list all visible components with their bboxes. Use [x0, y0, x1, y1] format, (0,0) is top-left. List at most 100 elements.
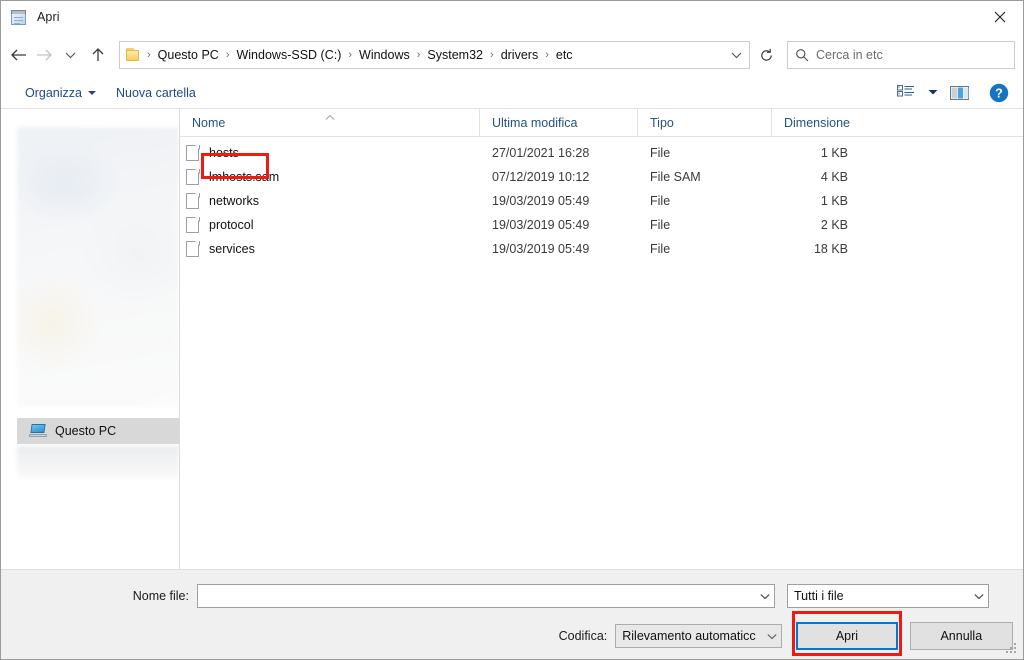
- encoding-select[interactable]: Rilevamento automaticc: [615, 624, 783, 648]
- address-bar[interactable]: › Questo PC › Windows-SSD (C:) › Windows…: [119, 41, 750, 69]
- file-size-cell: 1 KB: [820, 146, 848, 160]
- sort-ascending-icon: [323, 110, 337, 124]
- up-arrow-icon[interactable]: [83, 40, 113, 70]
- file-type-cell: File: [650, 146, 671, 160]
- file-type-cell: File: [650, 194, 671, 208]
- address-dropdown-chevron-icon[interactable]: [723, 42, 749, 68]
- breadcrumb-item-windows[interactable]: Windows: [354, 46, 415, 64]
- file-list-pane: Nome Ultima modifica Tipo Dimensione hos…: [179, 109, 1023, 569]
- file-type-cell: File SAM: [650, 170, 701, 184]
- column-header-label: Ultima modifica: [492, 115, 578, 130]
- file-name-cell[interactable]: protocol: [180, 216, 480, 234]
- table-row[interactable]: networks 19/03/2019 05:49 File 1 KB: [180, 189, 1023, 213]
- navigation-pane-redacted-region-bottom: [17, 446, 179, 478]
- search-box[interactable]: [787, 41, 1015, 69]
- encoding-row: Codifica: Rilevamento automaticc Apri An…: [1, 622, 1013, 650]
- file-modified-cell: 19/03/2019 05:49: [492, 218, 590, 232]
- chevron-down-icon[interactable]: [763, 633, 781, 640]
- file-rows: hosts 27/01/2021 16:28 File 1 KB lmhosts…: [180, 137, 1023, 569]
- filetype-select[interactable]: Tutti i file: [787, 584, 989, 608]
- chevron-down-icon[interactable]: [756, 593, 774, 600]
- breadcrumb-item-etc[interactable]: etc: [551, 46, 578, 64]
- filename-label: Nome file:: [132, 589, 189, 603]
- file-modified-cell: 19/03/2019 05:49: [492, 194, 590, 208]
- resize-grip[interactable]: [1006, 643, 1018, 655]
- breadcrumb-separator-2: ›: [348, 49, 353, 61]
- table-row[interactable]: services 19/03/2019 05:49 File 18 KB: [180, 237, 1023, 261]
- breadcrumb-separator-1: ›: [225, 49, 230, 61]
- file-name-label: lmhosts.sam: [209, 170, 280, 184]
- file-name-cell[interactable]: networks: [180, 192, 480, 210]
- this-pc-icon: [29, 423, 47, 439]
- notepad-icon: [10, 8, 28, 26]
- organize-label: Organizza: [25, 85, 82, 100]
- filename-input[interactable]: [197, 584, 775, 608]
- preview-pane-icon[interactable]: [945, 80, 975, 106]
- close-icon[interactable]: [977, 1, 1023, 32]
- window-title: Apri: [37, 10, 60, 24]
- back-arrow-icon[interactable]: [5, 40, 31, 70]
- command-bar: Organizza Nuova cartella ?: [1, 77, 1023, 109]
- file-name-cell[interactable]: lmhosts.sam: [180, 168, 480, 186]
- file-name-label: protocol: [209, 218, 254, 232]
- help-button[interactable]: ?: [983, 80, 1015, 106]
- column-header-dimensione[interactable]: Dimensione: [772, 109, 862, 136]
- breadcrumb-separator-4: ›: [490, 49, 494, 61]
- file-size-cell: 1 KB: [820, 194, 848, 208]
- open-file-dialog: Apri › Questo PC › Windows-SSD (C:) › Wi…: [0, 0, 1024, 660]
- organize-button[interactable]: Organizza: [15, 82, 106, 104]
- file-icon: [186, 192, 200, 210]
- column-header-nome[interactable]: Nome: [180, 109, 480, 136]
- open-button[interactable]: Apri: [796, 622, 898, 650]
- file-name-cell[interactable]: hosts: [180, 144, 480, 162]
- table-row[interactable]: lmhosts.sam 07/12/2019 10:12 File SAM 4 …: [180, 165, 1023, 189]
- file-icon: [186, 216, 200, 234]
- file-name-label: services: [209, 242, 255, 256]
- breadcrumb-separator-5: ›: [545, 49, 549, 61]
- file-type-cell: File: [650, 242, 671, 256]
- encoding-value: Rilevamento automaticc: [622, 629, 756, 643]
- file-icon: [186, 144, 200, 162]
- chevron-down-icon[interactable]: [970, 593, 988, 600]
- navigation-pane-redacted-region: [17, 127, 179, 407]
- breadcrumb-item-system32[interactable]: System32: [422, 46, 488, 64]
- filetype-value: Tutti i file: [794, 589, 844, 603]
- forward-arrow-icon: [31, 40, 57, 70]
- file-modified-cell: 07/12/2019 10:12: [492, 170, 590, 184]
- file-type-cell: File: [650, 218, 671, 232]
- recent-locations-chevron-icon[interactable]: [57, 40, 83, 70]
- search-input[interactable]: [816, 42, 1014, 68]
- file-size-cell: 4 KB: [820, 170, 848, 184]
- table-row[interactable]: protocol 19/03/2019 05:49 File 2 KB: [180, 213, 1023, 237]
- file-name-label: hosts: [209, 146, 239, 160]
- dialog-footer: Nome file: Tutti i file Codifica: Rileva…: [1, 569, 1023, 659]
- file-name-cell[interactable]: services: [180, 240, 480, 258]
- new-folder-button[interactable]: Nuova cartella: [106, 82, 206, 104]
- view-options-icon[interactable]: [891, 80, 921, 106]
- file-icon: [186, 240, 200, 258]
- sidebar-item-label: Questo PC: [55, 424, 117, 438]
- sidebar-item-questo-pc[interactable]: Questo PC: [17, 418, 179, 444]
- navigation-bar: › Questo PC › Windows-SSD (C:) › Windows…: [1, 33, 1023, 77]
- file-size-cell: 2 KB: [820, 218, 848, 232]
- breadcrumb-item-windows-ssd[interactable]: Windows-SSD (C:): [231, 46, 346, 64]
- chevron-down-icon[interactable]: [923, 80, 943, 106]
- filename-row: Nome file: Tutti i file: [1, 584, 1013, 608]
- table-row[interactable]: hosts 27/01/2021 16:28 File 1 KB: [180, 141, 1023, 165]
- command-bar-right: ?: [891, 80, 1015, 106]
- column-header-label: Nome: [192, 115, 226, 130]
- breadcrumb-separator-3: ›: [416, 49, 421, 61]
- breadcrumb-item-questo-pc[interactable]: Questo PC: [153, 46, 224, 64]
- cancel-button[interactable]: Annulla: [909, 622, 1013, 650]
- column-header-label: Dimensione: [784, 115, 851, 130]
- column-header-ultima-modifica[interactable]: Ultima modifica: [480, 109, 638, 136]
- column-header-tipo[interactable]: Tipo: [638, 109, 772, 136]
- svg-text:?: ?: [995, 86, 1003, 100]
- refresh-icon[interactable]: [751, 41, 781, 69]
- breadcrumb-item-drivers[interactable]: drivers: [496, 46, 544, 64]
- dialog-body: Questo PC Nome Ultima modifica Tipo Dime…: [1, 109, 1023, 569]
- file-icon: [186, 168, 200, 186]
- file-name-label: networks: [209, 194, 260, 208]
- column-header-label: Tipo: [650, 115, 674, 130]
- search-icon: [788, 48, 816, 62]
